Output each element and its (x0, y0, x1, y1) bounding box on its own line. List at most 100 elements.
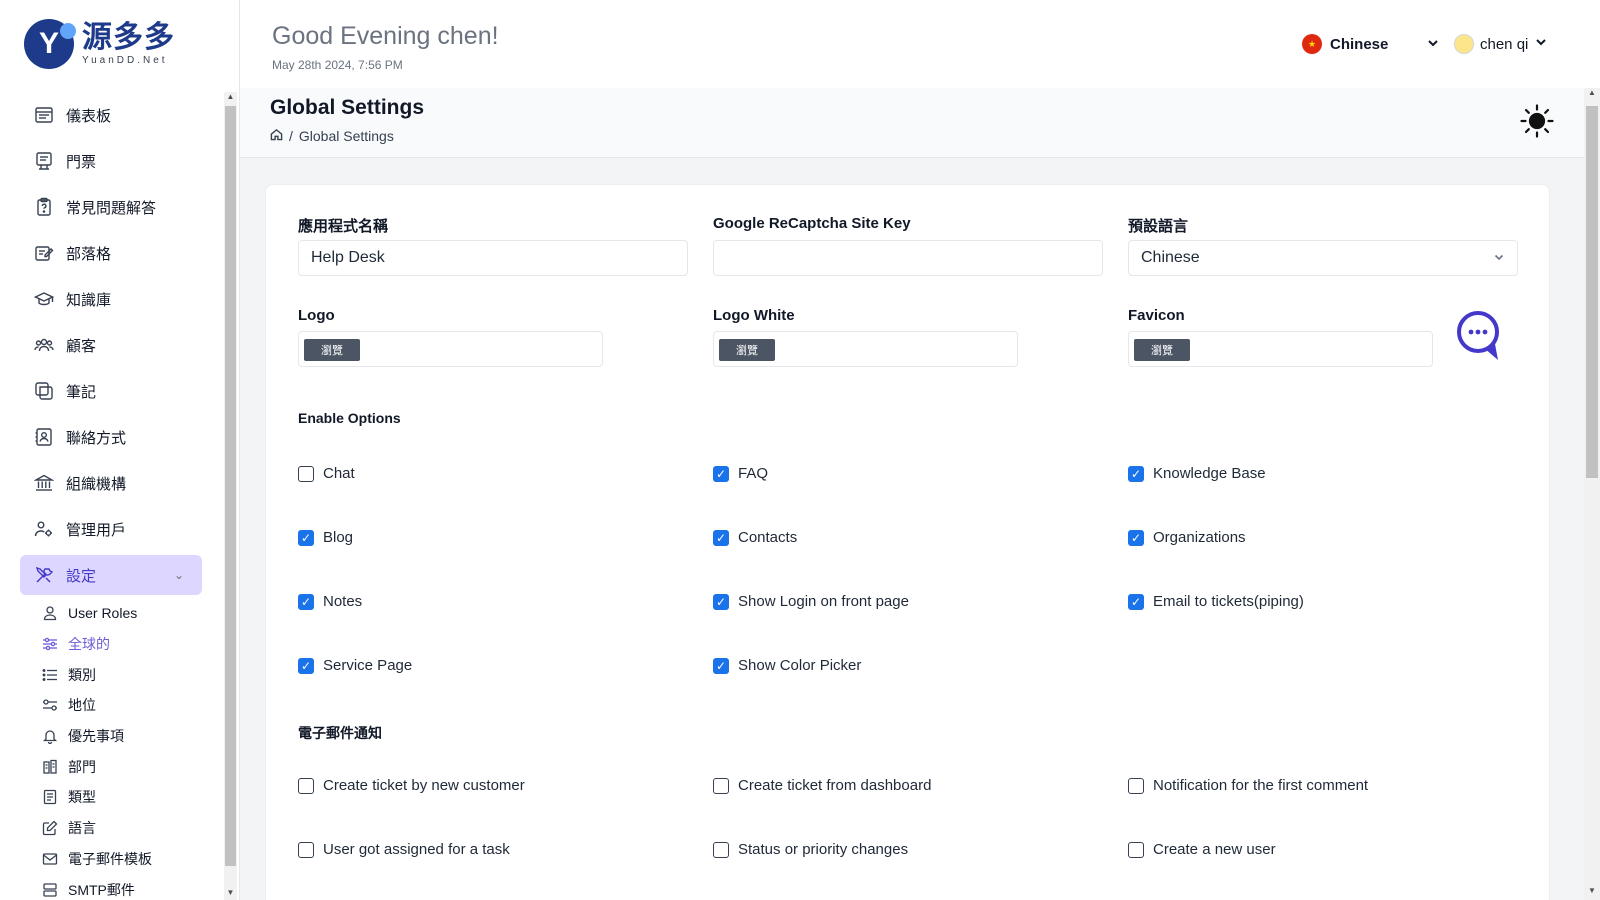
notify-dashboard-ticket[interactable]: Create ticket from dashboard (713, 777, 931, 794)
edit-icon (42, 820, 58, 836)
logo-white-browse-button[interactable]: 瀏覽 (719, 339, 775, 361)
notify-status-change[interactable]: Status or priority changes (713, 841, 908, 858)
brand-mark: Y (24, 19, 76, 69)
sidebar-subitem-status[interactable]: 地位 (0, 690, 222, 721)
brand-logo[interactable]: Y 源多多 YuanDD.Net (0, 0, 239, 88)
sidebar-item-blog[interactable]: 部落格 (0, 230, 222, 276)
sidebar-subitem-label: 語言 (68, 820, 96, 837)
sidebar-item-dashboard[interactable]: 儀表板 (0, 92, 222, 138)
scroll-up-arrow-icon[interactable]: ▲ (224, 92, 237, 104)
option-checkbox[interactable] (1128, 465, 1144, 482)
sidebar-item-label: 聯絡方式 (66, 429, 127, 447)
avatar (1454, 34, 1474, 54)
logo-white-file-input[interactable]: 瀏覽 (713, 331, 1018, 367)
option-blog[interactable]: Blog (298, 529, 353, 546)
option-checkbox[interactable] (713, 465, 729, 482)
sidebar-subitem-priorities[interactable]: 優先事項 (0, 721, 222, 752)
option-checkbox[interactable] (713, 529, 729, 546)
sidebar-item-label: 儀表板 (66, 107, 112, 125)
sidebar-item-customers[interactable]: 顧客 (0, 322, 222, 368)
china-flag-icon: ★ (1302, 34, 1322, 54)
language-label: Chinese (1330, 35, 1389, 53)
chevron-down-icon (1534, 35, 1548, 53)
chevron-down-icon[interactable] (1426, 36, 1440, 53)
app-name-input[interactable]: Help Desk (298, 240, 688, 276)
notify-new-user[interactable]: Create a new user (1128, 841, 1276, 858)
sidebar-scrollbar[interactable]: ▲ ▼ (224, 92, 237, 900)
sidebar-item-organizations[interactable]: 組織機構 (0, 460, 222, 506)
option-checkbox[interactable] (1128, 841, 1144, 858)
sidebar-item-notes[interactable]: 筆記 (0, 368, 222, 414)
sidebar-item-label: 常見問題解答 (66, 199, 157, 217)
option-service-page[interactable]: Service Page (298, 657, 412, 674)
breadcrumb-separator: / (289, 128, 293, 144)
users-icon (34, 335, 54, 355)
scroll-down-arrow-icon[interactable]: ▼ (1584, 886, 1600, 900)
option-show-color-picker[interactable]: Show Color Picker (713, 657, 861, 674)
sidebar-subitem-departments[interactable]: 部門 (0, 751, 222, 782)
sidebar-item-tickets[interactable]: 門票 (0, 138, 222, 184)
favicon-browse-button[interactable]: 瀏覽 (1134, 339, 1190, 361)
option-checkbox[interactable] (713, 777, 729, 794)
option-checkbox[interactable] (713, 657, 729, 674)
user-menu[interactable]: chen qi (1454, 34, 1548, 54)
language-selector[interactable]: ★ Chinese (1302, 34, 1388, 54)
favicon-file-input[interactable]: 瀏覽 (1128, 331, 1433, 367)
option-checkbox[interactable] (713, 593, 729, 610)
sidebar-item-manage-users[interactable]: 管理用戶 (0, 506, 222, 552)
option-checkbox[interactable] (713, 841, 729, 858)
notify-task-assigned[interactable]: User got assigned for a task (298, 841, 510, 858)
sidebar-subitem-categories[interactable]: 類別 (0, 659, 222, 690)
notify-new-customer-ticket[interactable]: Create ticket by new customer (298, 777, 525, 794)
scroll-down-arrow-icon[interactable]: ▼ (224, 888, 237, 900)
option-checkbox[interactable] (298, 777, 314, 794)
main-scrollbar-thumb[interactable] (1586, 106, 1598, 478)
default-language-value: Chinese (1141, 249, 1200, 266)
default-language-select[interactable]: Chinese (1128, 240, 1518, 276)
home-icon[interactable] (270, 128, 283, 144)
sidebar-subitem-types[interactable]: 類型 (0, 782, 222, 813)
sidebar-item-settings[interactable]: 設定 ⌄ (20, 555, 202, 595)
option-knowledge-base[interactable]: Knowledge Base (1128, 465, 1266, 482)
option-email-to-tickets[interactable]: Email to tickets(piping) (1128, 593, 1304, 610)
option-contacts[interactable]: Contacts (713, 529, 797, 546)
sidebar-subitem-languages[interactable]: 語言 (0, 813, 222, 844)
option-chat[interactable]: Chat (298, 465, 355, 482)
sidebar-item-knowledge-base[interactable]: 知識庫 (0, 276, 222, 322)
sidebar-subitem-smtp[interactable]: SMTP郵件 (0, 874, 222, 900)
option-checkbox[interactable] (1128, 777, 1144, 794)
sidebar-scrollbar-thumb[interactable] (225, 106, 236, 866)
favicon-label: Favicon (1128, 307, 1185, 324)
option-checkbox[interactable] (298, 841, 314, 858)
option-checkbox[interactable] (298, 465, 314, 482)
sidebar-subitem-email-templates[interactable]: 電子郵件模板 (0, 844, 222, 875)
sidebar-item-contacts[interactable]: 聯絡方式 (0, 414, 222, 460)
sidebar-item-label: 顧客 (66, 337, 97, 355)
logo-file-input[interactable]: 瀏覽 (298, 331, 603, 367)
dashboard-icon (34, 105, 54, 125)
scroll-up-arrow-icon[interactable]: ▲ (1584, 88, 1600, 102)
logo-browse-button[interactable]: 瀏覽 (304, 339, 360, 361)
option-checkbox[interactable] (1128, 593, 1144, 610)
sidebar-item-faq[interactable]: 常見問題解答 (0, 184, 222, 230)
sidebar-subitem-global[interactable]: 全球的 (0, 629, 222, 660)
option-label: Service Page (323, 657, 413, 674)
option-checkbox[interactable] (298, 657, 314, 674)
chat-bubble-icon[interactable] (1454, 306, 1506, 364)
recaptcha-input[interactable] (713, 240, 1103, 276)
option-checkbox[interactable] (298, 593, 314, 610)
option-checkbox[interactable] (1128, 529, 1144, 546)
notify-first-comment[interactable]: Notification for the first comment (1128, 777, 1368, 794)
option-notes[interactable]: Notes (298, 593, 362, 610)
sidebar-subitem-user-roles[interactable]: User Roles (0, 598, 222, 629)
option-checkbox[interactable] (298, 529, 314, 546)
default-language-label: 預設語言 (1128, 218, 1189, 235)
option-show-login-front[interactable]: Show Login on front page (713, 593, 909, 610)
option-organizations[interactable]: Organizations (1128, 529, 1246, 546)
breadcrumb-current: Global Settings (298, 128, 394, 144)
contact-card-icon (34, 427, 54, 447)
top-header: Good Evening chen! May 28th 2024, 7:56 P… (240, 0, 1600, 88)
main-scrollbar[interactable]: ▲ ▼ (1584, 88, 1600, 900)
sun-icon[interactable] (1520, 104, 1554, 138)
option-faq[interactable]: FAQ (713, 465, 768, 482)
